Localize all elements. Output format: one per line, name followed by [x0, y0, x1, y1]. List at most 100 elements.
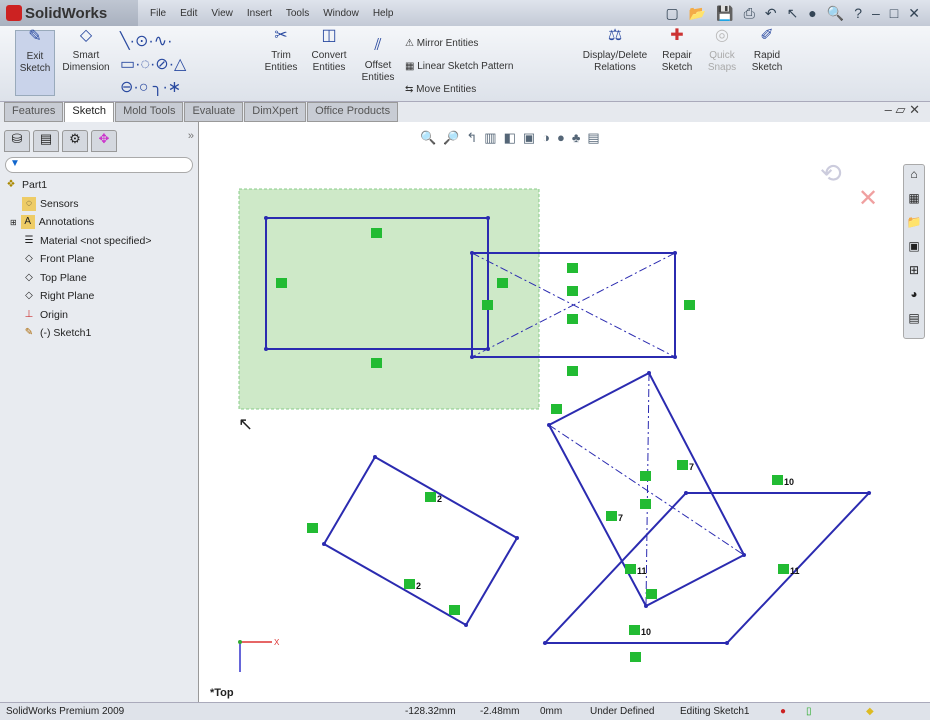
line-icon[interactable]: ╲·⊙·∿·: [120, 33, 172, 50]
minimize-icon[interactable]: –: [872, 5, 880, 22]
mirror-entities-button[interactable]: ⚠ Mirror Entities: [405, 32, 513, 55]
expand-icon[interactable]: ⊞: [10, 218, 17, 227]
menu-insert[interactable]: Insert: [247, 8, 272, 19]
doc-window-controls[interactable]: – ▱ ✕: [885, 102, 930, 122]
menu-tools[interactable]: Tools: [286, 8, 309, 19]
undo-icon[interactable]: ↶: [765, 5, 777, 22]
plane-icon: ◇: [25, 290, 33, 302]
convert-entities-button[interactable]: ◫ Convert Entities: [306, 28, 352, 74]
dimension-icon: ◇: [79, 27, 93, 44]
display-relations-button[interactable]: ⚖ Display/Delete Relations: [575, 27, 655, 74]
offset-icon: ⫽: [374, 37, 382, 54]
new-icon[interactable]: ▢: [666, 5, 679, 22]
menu-file[interactable]: File: [150, 8, 166, 19]
design-library-icon[interactable]: ▦: [906, 191, 922, 213]
smart-dimension-button[interactable]: ◇ Smart Dimension: [60, 27, 112, 74]
help-icon[interactable]: ?: [854, 5, 862, 22]
dimxpert-tab-icon[interactable]: ✥: [91, 130, 117, 152]
tab-dimxpert[interactable]: DimXpert: [244, 102, 307, 122]
menu-edit[interactable]: Edit: [180, 8, 197, 19]
rebuild-light-icon[interactable]: ●: [780, 706, 806, 717]
resources-icon[interactable]: ⌂: [906, 167, 922, 189]
label: Top Plane: [40, 271, 87, 284]
relations-status-icon[interactable]: ▯: [806, 706, 866, 717]
graphics-area[interactable]: 🔍🔎↰▥◧▣◑●♣▤ ⟲ ✕ 2 2 7 7 10 10 11 11 X *To…: [200, 122, 930, 702]
tab-evaluate[interactable]: Evaluate: [184, 102, 244, 122]
tree-item-material[interactable]: ☰ Material <not specified>: [4, 232, 198, 251]
trim-icon: ✂: [274, 27, 288, 44]
label: Origin: [40, 308, 69, 321]
quick-snaps-button[interactable]: ◎ Quick Snaps: [703, 27, 741, 74]
rapid-sketch-button[interactable]: ✐ Rapid Sketch: [748, 28, 786, 74]
label: Convert Entities: [311, 50, 347, 73]
select-icon[interactable]: ↖: [787, 5, 799, 22]
maximize-icon[interactable]: □: [890, 5, 898, 22]
quick-access-toolbar: ▢ 📂 💾 ⎙ ↶ ↖ ● 🔍 ? – □ ✕: [666, 5, 930, 22]
repair-sketch-button[interactable]: ✚ Repair Sketch: [658, 28, 696, 74]
expand-panel-icon[interactable]: »: [188, 130, 194, 152]
custom-properties-icon[interactable]: ▤: [906, 311, 922, 333]
sketch-parallelogram[interactable]: [542, 492, 872, 644]
tree-item-origin[interactable]: ⊥ Origin: [4, 306, 198, 325]
label: Repair Sketch: [661, 50, 693, 73]
exit-sketch-button[interactable]: ✎ Exit Sketch: [15, 28, 55, 96]
feature-tree-tab-icon[interactable]: ⛁: [4, 130, 30, 152]
property-manager-tab-icon[interactable]: ▤: [33, 130, 59, 152]
pattern-group: ⚠ Mirror Entities ▦ Linear Sketch Patter…: [405, 32, 513, 101]
menu-help[interactable]: Help: [373, 8, 394, 19]
file-explorer-icon[interactable]: 📁: [906, 215, 922, 237]
open-icon[interactable]: 📂: [689, 5, 706, 22]
snaps-icon: ◎: [715, 27, 729, 44]
tree-item-right-plane[interactable]: ◇ Right Plane: [4, 287, 198, 306]
search-icon[interactable]: 🔍: [827, 5, 844, 22]
trim-entities-button[interactable]: ✂ Trim Entities: [260, 27, 302, 74]
sketch-rotated-rectangle[interactable]: [322, 455, 519, 627]
menu-window[interactable]: Window: [323, 8, 359, 19]
tab-features[interactable]: Features: [4, 102, 64, 122]
config-manager-tab-icon[interactable]: ⚙: [62, 130, 88, 152]
tree-item-part[interactable]: ❖ Part1: [4, 176, 198, 195]
search-results-icon[interactable]: ▣: [906, 239, 922, 261]
tab-office-products[interactable]: Office Products: [307, 102, 399, 122]
label: Smart Dimension: [62, 50, 110, 73]
command-tabs: Features Sketch Mold Tools Evaluate DimX…: [0, 102, 930, 122]
origin-triad: [238, 640, 272, 672]
annotations-icon: A: [20, 215, 35, 230]
offset-entities-button[interactable]: ⫽ Offset Entities: [356, 37, 400, 84]
command-manager: ✎ Exit Sketch ◇ Smart Dimension ╲·⊙·∿· ▭·◌·…: [0, 26, 930, 102]
move-entities-button[interactable]: ⇆ Move Entities: [405, 78, 513, 101]
linear-pattern-button[interactable]: ▦ Linear Sketch Pattern: [405, 55, 513, 78]
relation-label: 11: [637, 566, 647, 576]
menu-view[interactable]: View: [211, 8, 233, 19]
view-palette-icon[interactable]: ⊞: [906, 263, 922, 285]
sketch-svg: 2 2 7 7 10 10 11 11 X: [238, 188, 872, 672]
label: Trim Entities: [264, 50, 298, 73]
label: Mirror Entities: [416, 38, 479, 49]
rebuild-icon[interactable]: ●: [808, 5, 816, 22]
tree-item-sketch1[interactable]: ✎ (-) Sketch1: [4, 324, 198, 343]
tree-filter-input[interactable]: ▼: [5, 157, 193, 173]
relation-label: 7: [689, 462, 694, 472]
tree-item-sensors[interactable]: ◌ Sensors: [4, 195, 198, 214]
tab-sketch[interactable]: Sketch: [64, 102, 115, 122]
tree-item-front-plane[interactable]: ◇ Front Plane: [4, 250, 198, 269]
sensors-icon: ◌: [22, 196, 36, 211]
label: Move Entities: [416, 84, 477, 95]
slot-icon[interactable]: ⊖·○ ╮·∗: [120, 79, 181, 96]
tag-icon[interactable]: ◆: [866, 706, 874, 717]
label: Display/Delete Relations: [582, 50, 648, 73]
tree-item-annotations[interactable]: ⊞ A Annotations: [4, 213, 198, 232]
save-icon[interactable]: 💾: [716, 5, 733, 22]
axis-x-label: X: [274, 638, 280, 647]
appearances-icon[interactable]: ◕: [906, 287, 922, 309]
exit-sketch-icon: ✎: [28, 28, 42, 45]
close-icon[interactable]: ✕: [908, 5, 920, 22]
relations-icon: ⚖: [607, 27, 623, 44]
sketch-entities-group[interactable]: ╲·⊙·∿· ▭·◌·⊘·△ ⊖·○ ╮·∗: [120, 30, 250, 99]
tree-item-top-plane[interactable]: ◇ Top Plane: [4, 269, 198, 288]
tab-mold-tools[interactable]: Mold Tools: [115, 102, 184, 122]
rectangle-icon[interactable]: ▭·◌·⊘·△: [120, 56, 186, 73]
label: Exit Sketch: [19, 51, 51, 74]
plane-icon: ◇: [25, 271, 33, 283]
print-icon[interactable]: ⎙: [744, 5, 755, 22]
